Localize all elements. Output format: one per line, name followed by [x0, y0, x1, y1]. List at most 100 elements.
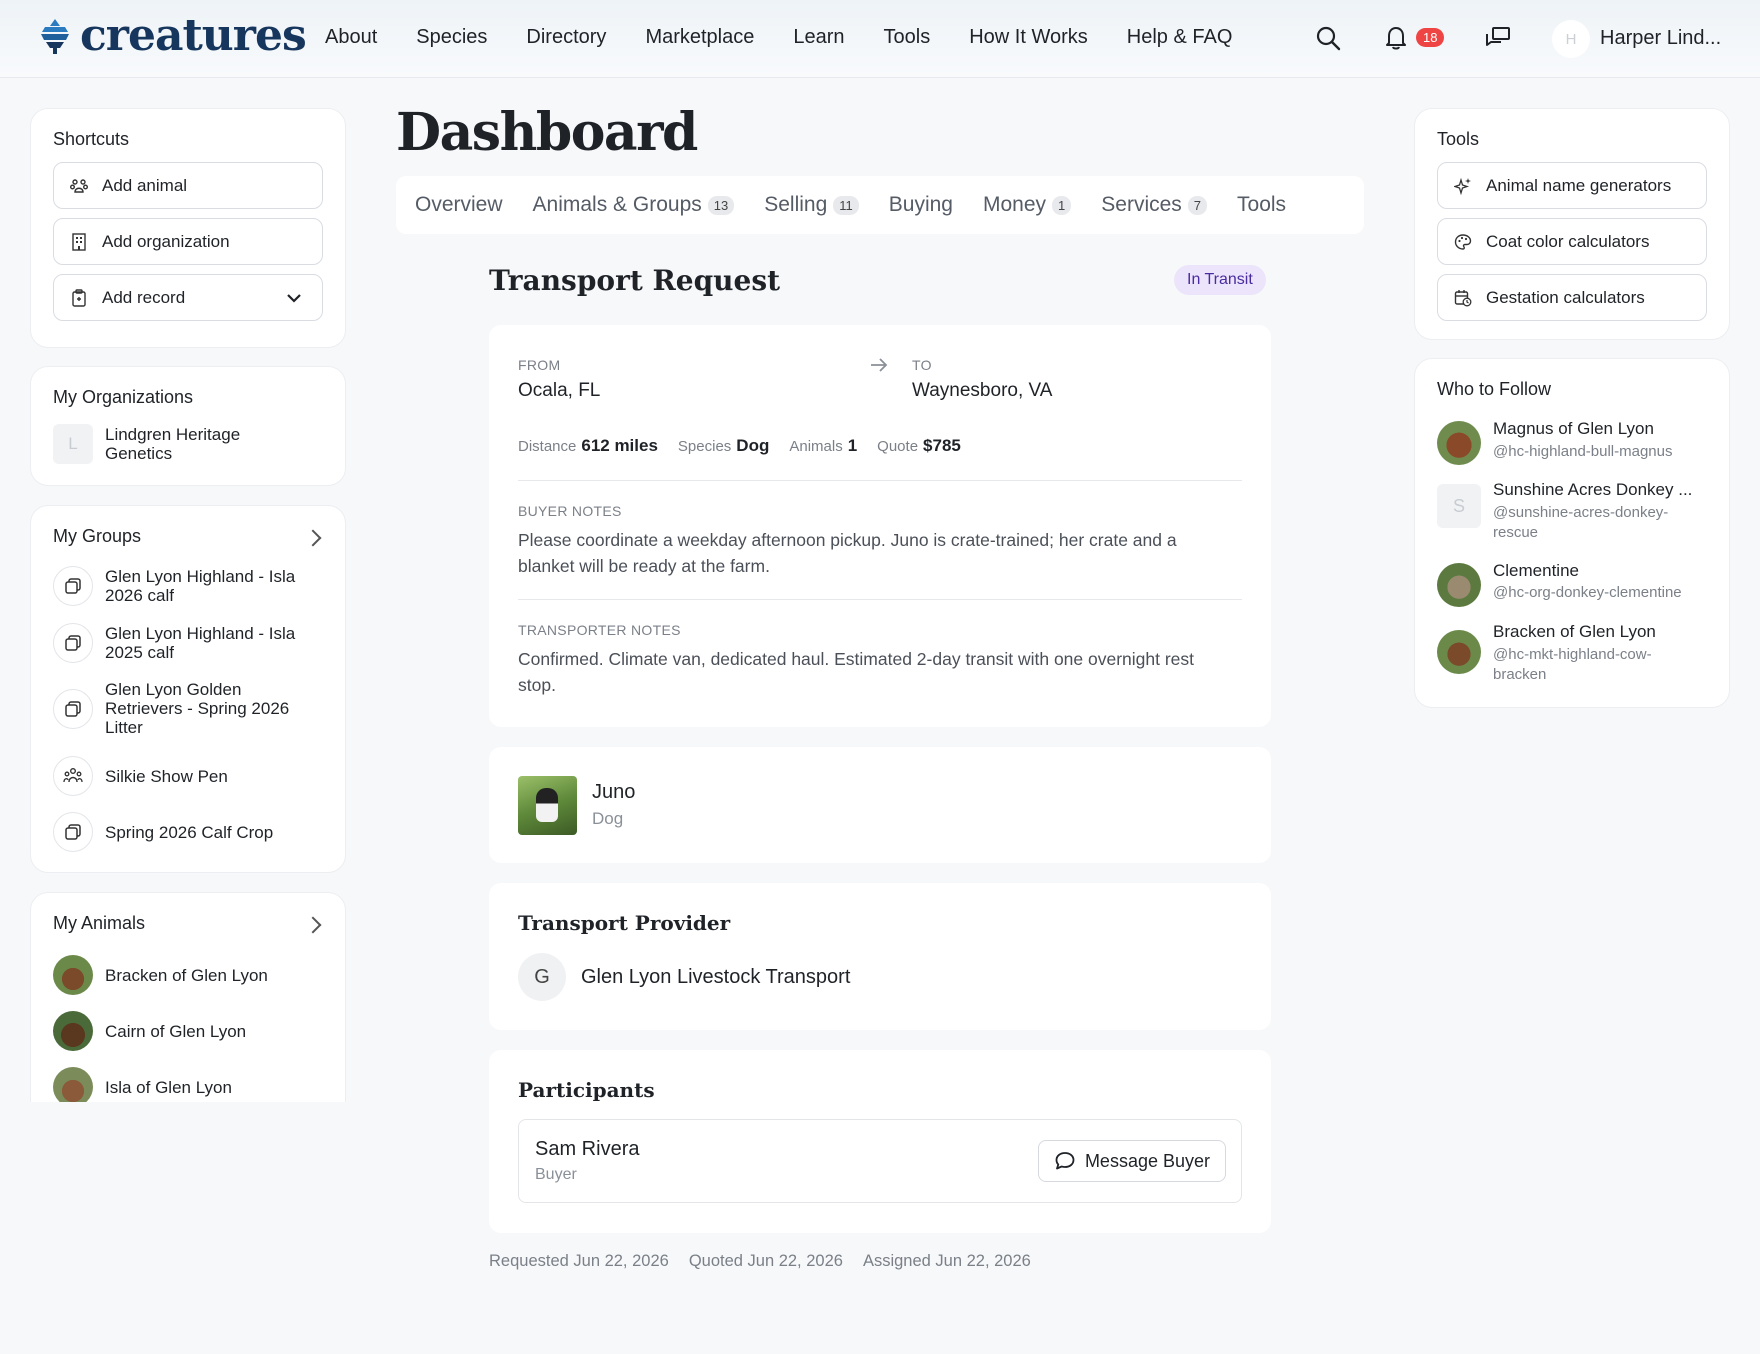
- to-location: Waynesboro, VA: [912, 380, 1053, 401]
- participant-name: Sam Rivera: [535, 1138, 640, 1160]
- add-organization-button[interactable]: Add organization: [53, 218, 323, 265]
- clipboard-icon: [70, 288, 88, 307]
- to-label: TO: [912, 357, 932, 373]
- group-item[interactable]: Glen Lyon Golden Retrievers - Spring 202…: [53, 680, 305, 737]
- animal-item[interactable]: Cairn of Glen Lyon: [53, 1011, 246, 1051]
- message-buyer-button[interactable]: Message Buyer: [1037, 1140, 1226, 1182]
- distance-value: 612 miles: [581, 436, 658, 455]
- tab-overview[interactable]: Overview: [415, 193, 503, 217]
- nav-how-it-works[interactable]: How It Works: [969, 26, 1088, 49]
- provider-name[interactable]: Glen Lyon Livestock Transport: [581, 966, 850, 989]
- coat-color-calculators-button[interactable]: Coat color calculators: [1437, 218, 1707, 265]
- animal-card[interactable]: Juno Dog: [489, 747, 1271, 863]
- animal-name-generators-button[interactable]: Animal name generators: [1437, 162, 1707, 209]
- message-buyer-label: Message Buyer: [1084, 1150, 1210, 1171]
- requested-date: Requested Jun 22, 2026: [489, 1252, 669, 1270]
- tab-count: 7: [1187, 195, 1208, 215]
- logo[interactable]: creatures: [38, 14, 307, 58]
- group-label: Spring 2026 Calf Crop: [105, 822, 274, 842]
- request-timeline: Requested Jun 22, 2026 Quoted Jun 22, 20…: [489, 1252, 1031, 1271]
- group-item[interactable]: Glen Lyon Highland - Isla 2025 calf: [53, 623, 305, 663]
- copy-icon: [53, 623, 93, 663]
- animal-species: Dog: [592, 809, 624, 828]
- follow-avatar: S: [1437, 484, 1481, 528]
- follow-name: Magnus of Glen Lyon: [1493, 419, 1654, 438]
- follow-handle: @hc-mkt-highland-cow-bracken: [1493, 646, 1652, 683]
- follow-name: Bracken of Glen Lyon: [1493, 622, 1656, 641]
- group-item[interactable]: Glen Lyon Highland - Isla 2026 calf: [53, 566, 305, 606]
- follow-item[interactable]: Bracken of Glen Lyon @hc-mkt-highland-co…: [1437, 622, 1683, 685]
- nav-tools[interactable]: Tools: [884, 26, 931, 49]
- add-record-label: Add record: [102, 287, 186, 307]
- tab-buying[interactable]: Buying: [889, 193, 953, 217]
- group-label: Glen Lyon Golden Retrievers - Spring 202…: [105, 680, 290, 737]
- follow-avatar: [1437, 421, 1481, 465]
- chat-bubble-icon: [1054, 1150, 1076, 1172]
- animal-photo: [53, 1011, 93, 1051]
- organization-name: Lindgren Heritage Genetics: [105, 425, 241, 463]
- chevron-down-icon[interactable]: [286, 289, 302, 309]
- arrow-right-icon: [869, 355, 889, 380]
- participants-card: Participants Sam Rivera Buyer Message Bu…: [489, 1050, 1271, 1233]
- transporter-notes: Confirmed. Climate van, dedicated haul. …: [518, 649, 1195, 695]
- chevron-right-icon[interactable]: [304, 529, 322, 547]
- nav-about[interactable]: About: [325, 26, 377, 49]
- group-label: Glen Lyon Highland - Isla 2026 calf: [105, 567, 296, 605]
- tab-money[interactable]: Money 1: [983, 193, 1072, 217]
- tab-selling[interactable]: Selling 11: [764, 193, 859, 217]
- tab-count: 1: [1052, 195, 1072, 215]
- transport-provider-card: Transport Provider G Glen Lyon Livestock…: [489, 883, 1271, 1030]
- tools-title: Tools: [1437, 129, 1480, 149]
- follow-item[interactable]: S Sunshine Acres Donkey ... @sunshine-ac…: [1437, 480, 1693, 543]
- chevron-right-icon[interactable]: [304, 916, 322, 934]
- follow-item[interactable]: Clementine @hc-org-donkey-clementine: [1437, 561, 1682, 607]
- animal-item[interactable]: Isla of Glen Lyon: [53, 1067, 232, 1102]
- tab-tools[interactable]: Tools: [1237, 193, 1286, 217]
- nav-marketplace[interactable]: Marketplace: [645, 26, 754, 49]
- buyer-notes-label: BUYER NOTES: [518, 503, 622, 519]
- messages-icon[interactable]: [1482, 22, 1514, 54]
- follow-handle: @hc-highland-bull-magnus: [1493, 443, 1673, 460]
- tab-animals-groups[interactable]: Animals & Groups 13: [533, 193, 735, 217]
- nav-learn[interactable]: Learn: [793, 26, 844, 49]
- animal-item[interactable]: Bracken of Glen Lyon: [53, 955, 268, 995]
- dashboard-tabs: Overview Animals & Groups 13 Selling 11 Bu…: [396, 176, 1364, 234]
- groups-title: My Groups: [53, 526, 142, 546]
- animal-name: Cairn of Glen Lyon: [105, 1021, 247, 1041]
- search-icon[interactable]: [1312, 22, 1344, 54]
- transport-provider-title: Transport Provider: [518, 911, 731, 935]
- add-animal-button[interactable]: Add animal: [53, 162, 323, 209]
- nav-directory[interactable]: Directory: [526, 26, 606, 49]
- organization-avatar: L: [53, 424, 93, 464]
- divider: [518, 480, 1242, 481]
- group-item[interactable]: Silkie Show Pen: [53, 756, 228, 796]
- add-record-button[interactable]: Add record: [53, 274, 323, 321]
- group-item[interactable]: Spring 2026 Calf Crop: [53, 812, 273, 852]
- animal-name: Isla of Glen Lyon: [105, 1077, 232, 1097]
- gestation-calculators-label: Gestation calculators: [1486, 287, 1645, 307]
- tools-card: Tools Animal name generators Coat color …: [1414, 108, 1730, 340]
- quote-label: Quote: [877, 438, 919, 455]
- organization-item[interactable]: L Lindgren Heritage Genetics: [53, 424, 305, 464]
- user-avatar[interactable]: H: [1552, 20, 1590, 58]
- user-name[interactable]: Harper Lind...: [1600, 27, 1721, 50]
- nav-species[interactable]: Species: [416, 26, 487, 49]
- organizations-card: My Organizations L Lindgren Heritage Gen…: [30, 366, 346, 486]
- nav-help-faq[interactable]: Help & FAQ: [1127, 26, 1233, 49]
- divider: [518, 599, 1242, 600]
- tab-services[interactable]: Services 7: [1101, 193, 1208, 217]
- transport-details-card: FROM Ocala, FL TO Waynesboro, VA Distanc…: [489, 325, 1271, 727]
- who-to-follow-title: Who to Follow: [1437, 379, 1552, 399]
- bell-icon[interactable]: [1380, 22, 1412, 54]
- assigned-date: Assigned Jun 22, 2026: [862, 1252, 1031, 1270]
- animal-name-generators-label: Animal name generators: [1486, 175, 1672, 195]
- gestation-calculators-button[interactable]: Gestation calculators: [1437, 274, 1707, 321]
- calendar-clock-icon: [1454, 289, 1472, 307]
- follow-handle: @sunshine-acres-donkey-rescue: [1493, 504, 1669, 541]
- follow-item[interactable]: Magnus of Glen Lyon @hc-highland-bull-ma…: [1437, 419, 1703, 465]
- animals-title: My Animals: [53, 913, 146, 933]
- participant-role: Buyer: [535, 1166, 577, 1183]
- animals-value: 1: [847, 436, 858, 455]
- logo-icon: [41, 19, 69, 54]
- species-label: Species: [677, 438, 732, 455]
